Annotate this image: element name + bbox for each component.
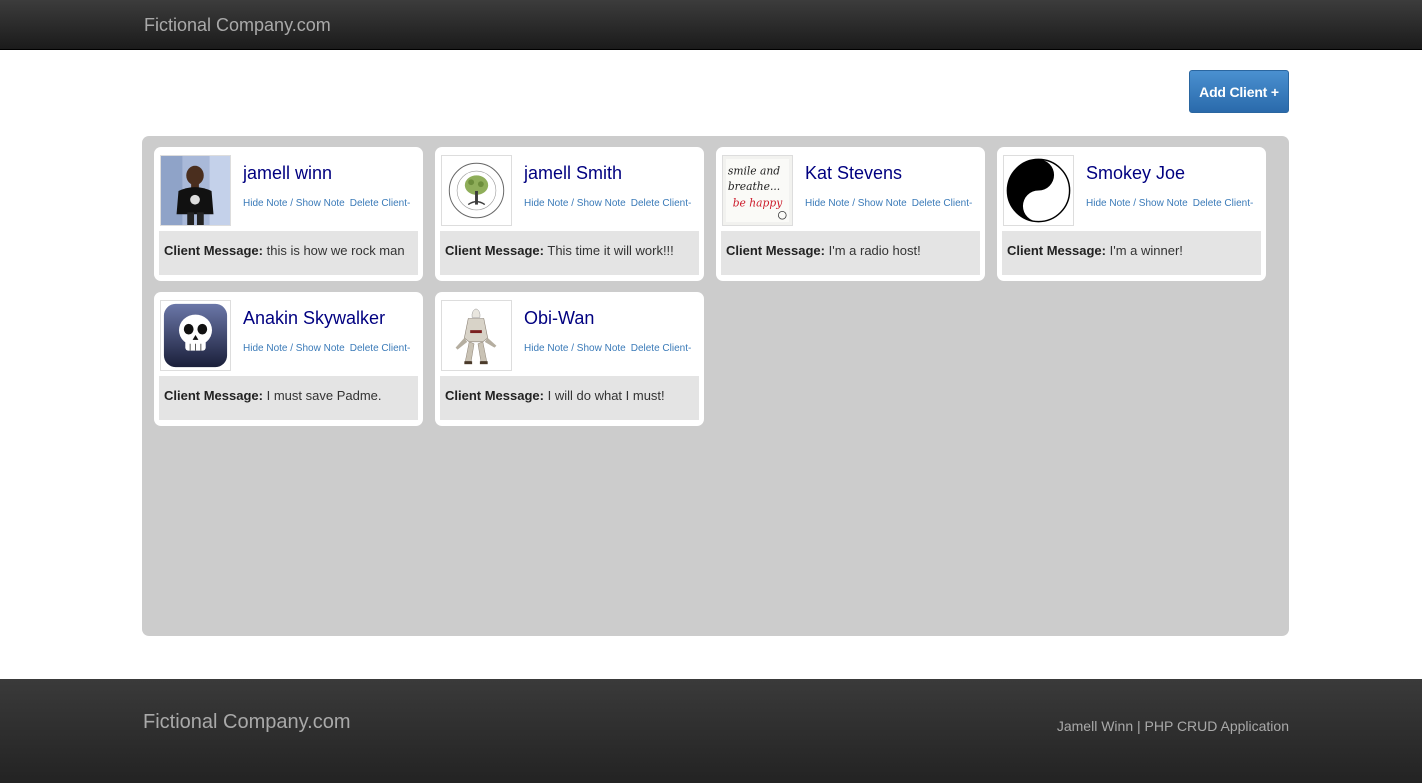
hide-show-note-link[interactable]: Hide Note / Show Note [805,198,907,209]
client-message-label: Client Message: [445,243,544,258]
delete-client-link[interactable]: Delete Client- [631,198,692,209]
top-navbar: Fictional Company.com [0,0,1422,50]
client-message: Client Message: This time it will work!!… [440,231,699,275]
brand-link[interactable]: Fictional Company.com [144,15,331,36]
client-name: Smokey Joe [1086,163,1186,183]
client-message-text: I will do what I must! [547,388,665,403]
client-actions: Hide Note / Show Note Delete Client- [524,343,691,354]
svg-text:be happy: be happy [733,197,784,210]
footer-brand: Fictional Company.com [143,711,351,733]
delete-client-link[interactable]: Delete Client- [350,343,411,354]
client-card: smile and breathe... be happy Kat Steven… [716,147,985,281]
assassin-figure-icon [441,300,512,371]
client-card: Smokey Joe Hide Note / Show Note Delete C… [997,147,1266,281]
hide-show-note-link[interactable]: Hide Note / Show Note [243,343,345,354]
client-name: jamell winn [243,163,333,183]
client-message-label: Client Message: [164,388,263,403]
client-message: Client Message: this is how we rock man [159,231,418,275]
svg-text:breathe...: breathe... [728,180,780,193]
child-photo-icon [160,155,231,226]
client-card: Anakin Skywalker Hide Note / Show Note De… [154,292,423,426]
client-name: Obi-Wan [524,308,595,328]
client-message-label: Client Message: [445,388,544,403]
client-name: jamell Smith [524,163,623,183]
client-actions: Hide Note / Show Note Delete Client- [805,198,972,209]
hide-show-note-link[interactable]: Hide Note / Show Note [1086,198,1188,209]
delete-client-link[interactable]: Delete Client- [631,343,692,354]
client-message-label: Client Message: [164,243,263,258]
client-message-label: Client Message: [726,243,825,258]
yin-yang-icon [1003,155,1074,226]
client-message-text: I'm a radio host! [828,243,921,258]
hide-show-note-link[interactable]: Hide Note / Show Note [524,198,626,209]
client-message: Client Message: I'm a radio host! [721,231,980,275]
client-card: jamell Smith Hide Note / Show Note Delete… [435,147,704,281]
smile-breathe-icon: smile and breathe... be happy [722,155,793,226]
client-message-label: Client Message: [1007,243,1106,258]
hide-show-note-link[interactable]: Hide Note / Show Note [524,343,626,354]
client-name: Kat Stevens [805,163,903,183]
client-message-text: this is how we rock man [266,243,405,258]
client-message: Client Message: I must save Padme. [159,376,418,420]
client-grid: jamell winn Hide Note / Show Note Delete … [142,136,1289,636]
client-message: Client Message: I'm a winner! [1002,231,1261,275]
client-message-text: I'm a winner! [1109,243,1183,258]
client-name: Anakin Skywalker [243,308,386,328]
delete-client-link[interactable]: Delete Client- [350,198,411,209]
client-actions: Hide Note / Show Note Delete Client- [243,198,410,209]
delete-client-link[interactable]: Delete Client- [912,198,973,209]
client-actions: Hide Note / Show Note Delete Client- [1086,198,1253,209]
client-actions: Hide Note / Show Note Delete Client- [524,198,691,209]
client-message-text: I must save Padme. [266,388,382,403]
client-card: Obi-Wan Hide Note / Show Note Delete Clie… [435,292,704,426]
add-client-button[interactable]: Add Client + [1189,70,1289,113]
client-card: jamell winn Hide Note / Show Note Delete … [154,147,423,281]
footer-credit: Jamell Winn | PHP CRUD Application [1056,718,1289,734]
tree-emblem-icon [441,155,512,226]
skull-icon [160,300,231,371]
hide-show-note-link[interactable]: Hide Note / Show Note [243,198,345,209]
client-message: Client Message: I will do what I must! [440,376,699,420]
client-message-text: This time it will work!!! [547,243,674,258]
client-actions: Hide Note / Show Note Delete Client- [243,343,410,354]
page-footer: Fictional Company.com Jamell Winn | PHP … [0,679,1422,783]
svg-text:smile and: smile and [728,164,780,177]
delete-client-link[interactable]: Delete Client- [1193,198,1254,209]
